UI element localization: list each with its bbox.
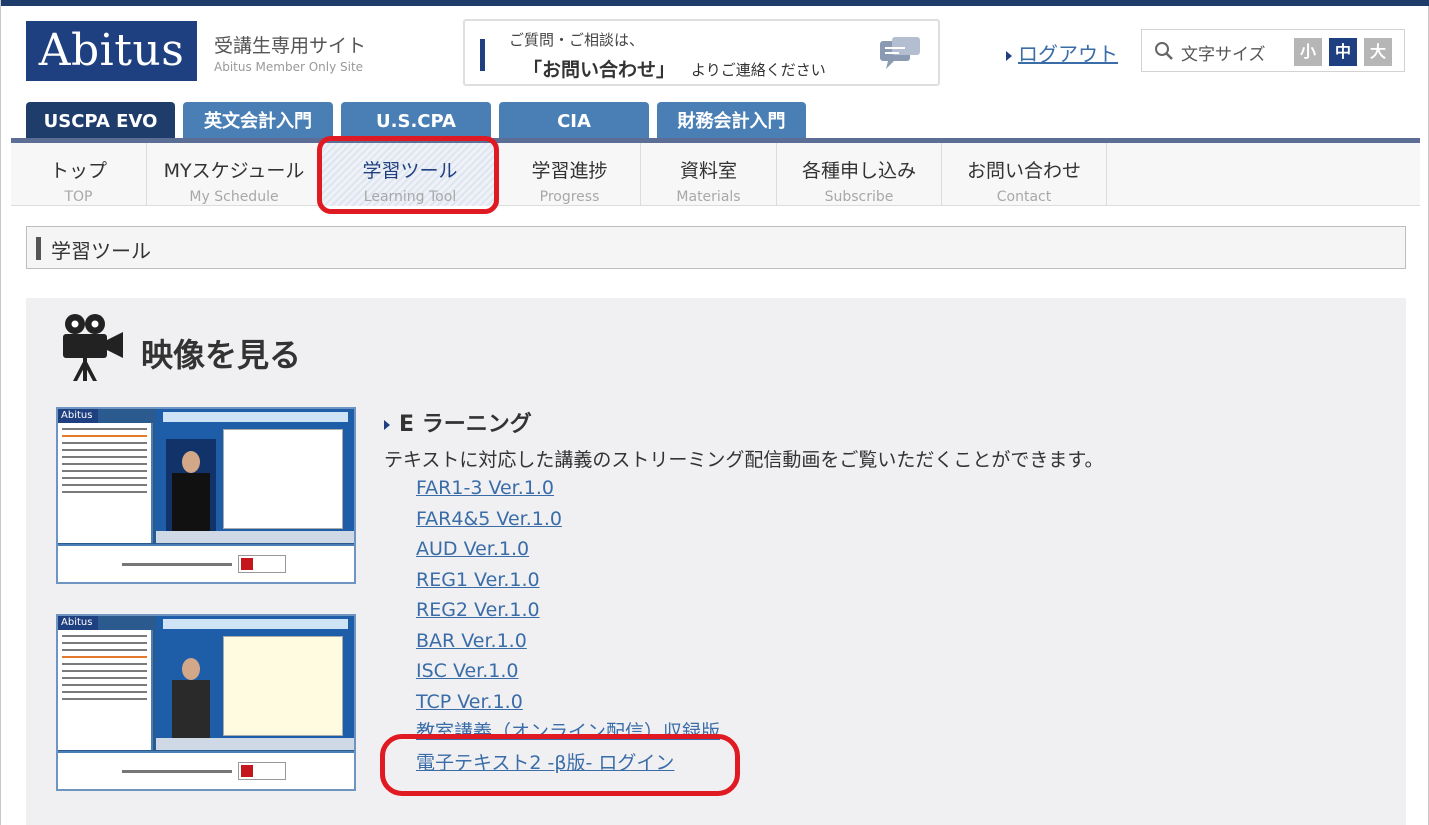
inquiry-line2: 「お問い合わせ」 xyxy=(523,59,676,81)
link-tcp[interactable]: TCP Ver.1.0 xyxy=(416,688,720,719)
link-isc[interactable]: ISC Ver.1.0 xyxy=(416,657,720,688)
inquiry-line2-tail: よりご連絡ください xyxy=(691,61,826,79)
nav-subscribe-label: 各種申し込み xyxy=(801,160,916,182)
nav-progress-label: 学習進捗 xyxy=(531,160,608,182)
nav-my-schedule[interactable]: MYスケジュール My Schedule xyxy=(147,143,322,206)
thumbnail-logo: Abitus xyxy=(58,409,98,423)
section-title-mark xyxy=(36,237,41,260)
elearning-description: テキストに対応した講義のストリーミング配信動画をご覧いただくことができます。 xyxy=(384,449,1104,471)
elearning-thumbnail-1: Abitus xyxy=(56,407,356,584)
thumbnail-player-controls xyxy=(156,738,354,750)
triangle-bullet-icon xyxy=(384,420,390,430)
nav-progress-sublabel: Progress xyxy=(539,189,600,205)
nav-top[interactable]: トップ TOP xyxy=(11,143,147,206)
tab-english-accounting-intro[interactable]: 英文会計入門 xyxy=(183,102,333,138)
elearning-heading-label: E ラーニング xyxy=(399,412,532,437)
link-reg1[interactable]: REG1 Ver.1.0 xyxy=(416,566,720,597)
font-size-label: 文字サイズ xyxy=(1181,45,1266,65)
tab-uscpa-evo[interactable]: USCPA EVO xyxy=(26,102,175,138)
link-far4-5[interactable]: FAR4&5 Ver.1.0 xyxy=(416,505,720,536)
tab-cia[interactable]: CIA xyxy=(499,102,649,138)
nav-materials[interactable]: 資料室 Materials xyxy=(641,143,777,206)
thumbnail-footer xyxy=(58,544,354,582)
page-frame: Abitus 受講生専用サイト Abitus Member Only Site … xyxy=(0,0,1429,825)
logout-link[interactable]: ログアウト xyxy=(1006,38,1118,67)
link-far1-3[interactable]: FAR1-3 Ver.1.0 xyxy=(416,474,720,505)
logout-label: ログアウト xyxy=(1018,42,1118,66)
nav-contact-label: お問い合わせ xyxy=(966,160,1081,182)
top-rule xyxy=(1,0,1429,6)
inquiry-line1: ご質問・ご相談は、 xyxy=(509,31,645,49)
movie-camera-icon xyxy=(63,314,123,381)
thumbnail-footer xyxy=(58,751,354,789)
thumbnail-player-controls xyxy=(156,531,354,543)
font-size-medium-button[interactable]: 中 xyxy=(1329,38,1357,66)
nav-contact[interactable]: お問い合わせ Contact xyxy=(942,143,1107,206)
nav-my-schedule-label: MYスケジュール xyxy=(163,160,305,182)
nav-subscribe[interactable]: 各種申し込み Subscribe xyxy=(777,143,942,206)
section-title: 学習ツール xyxy=(51,239,151,263)
nav-top-label: トップ xyxy=(49,160,107,182)
inquiry-banner[interactable]: ご質問・ご相談は、 「お問い合わせ」 よりご連絡ください xyxy=(463,19,940,86)
nav-materials-sublabel: Materials xyxy=(676,189,741,205)
section-title-box: 学習ツール xyxy=(26,226,1406,269)
nav-my-schedule-sublabel: My Schedule xyxy=(189,189,279,205)
abitus-logo[interactable]: Abitus xyxy=(26,21,197,81)
thumbnail-chapter-list xyxy=(58,423,153,543)
link-reg2[interactable]: REG2 Ver.1.0 xyxy=(416,596,720,627)
nav-contact-sublabel: Contact xyxy=(996,189,1052,205)
highlight-e-text-login xyxy=(380,734,740,796)
font-size-large-button[interactable]: 大 xyxy=(1364,38,1392,66)
elearning-heading: E ラーニング xyxy=(384,406,532,438)
inquiry-accent-bar xyxy=(480,39,485,71)
nav-progress[interactable]: 学習進捗 Progress xyxy=(499,143,641,206)
thumbnail-slide xyxy=(223,636,343,736)
nav-top-sublabel: TOP xyxy=(64,189,93,205)
highlight-learning-tool xyxy=(317,136,499,214)
site-title: 受講生専用サイト xyxy=(214,35,367,57)
thumbnail-logo: Abitus xyxy=(58,616,98,630)
thumbnail-title-bar xyxy=(163,619,348,629)
nav-materials-label: 資料室 xyxy=(679,160,737,182)
chat-bubble-icon xyxy=(880,37,920,69)
font-size-control: 文字サイズ 小 中 大 xyxy=(1141,29,1405,72)
thumbnail-lecturer xyxy=(166,439,216,541)
tab-financial-accounting-intro[interactable]: 財務会計入門 xyxy=(657,102,806,138)
elearning-thumbnail-2: Abitus xyxy=(56,614,356,791)
link-aud[interactable]: AUD Ver.1.0 xyxy=(416,535,720,566)
triangle-bullet-icon xyxy=(1006,50,1012,61)
thumbnail-slide xyxy=(223,429,343,529)
thumbnail-chapter-list xyxy=(58,630,153,750)
main-nav: トップ TOP MYスケジュール My Schedule 学習ツール Learn… xyxy=(11,143,1420,206)
magnifier-icon xyxy=(1155,42,1173,60)
tab-us-cpa[interactable]: U.S.CPA xyxy=(341,102,491,138)
thumbnail-lecturer xyxy=(166,646,216,748)
link-bar[interactable]: BAR Ver.1.0 xyxy=(416,627,720,658)
site-subtitle: Abitus Member Only Site xyxy=(214,60,364,74)
thumbnail-title-bar xyxy=(163,412,348,422)
font-size-small-button[interactable]: 小 xyxy=(1294,38,1322,66)
video-section-heading: 映像を見る xyxy=(141,336,302,374)
nav-subscribe-sublabel: Subscribe xyxy=(824,189,894,205)
